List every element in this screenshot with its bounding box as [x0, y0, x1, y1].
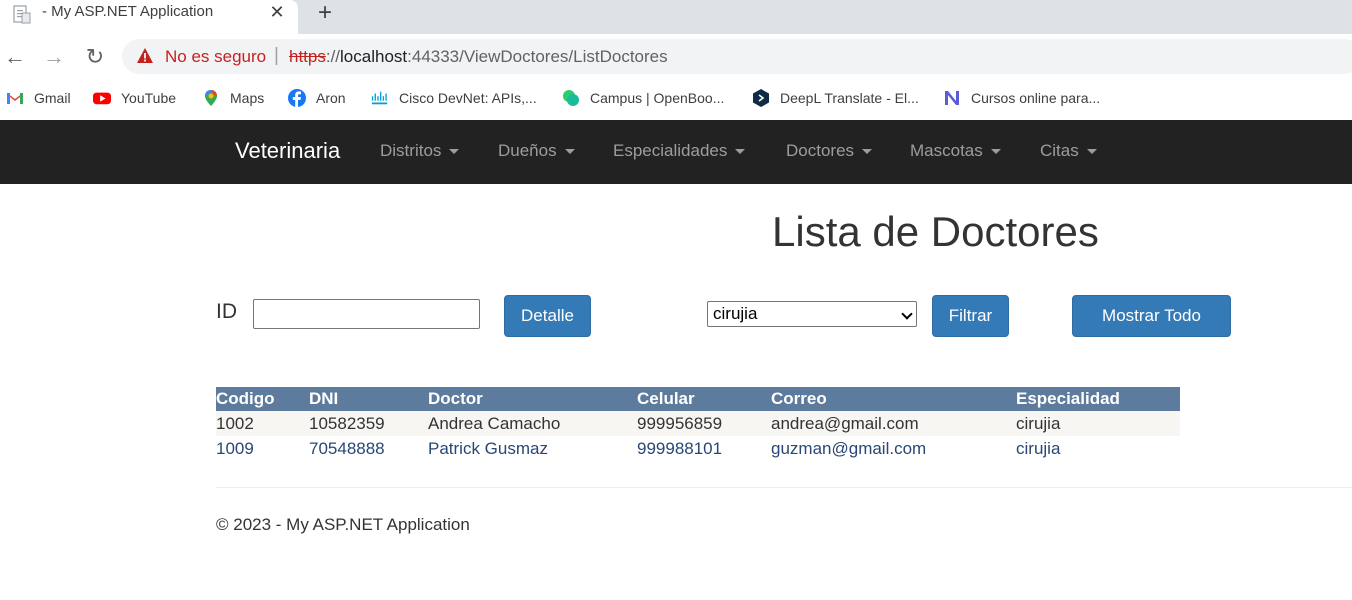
footer-divider	[216, 487, 1352, 488]
bookmark-cisco[interactable]: Cisco DevNet: APIs,...	[371, 88, 537, 108]
cell-correo: andrea@gmail.com	[771, 411, 1016, 436]
facebook-icon	[288, 89, 306, 107]
bookmark-campus[interactable]: Campus | OpenBoo...	[562, 88, 724, 108]
app-navbar: Veterinaria Distritos Dueños Especialida…	[0, 120, 1352, 184]
menu-citas[interactable]: Citas	[1040, 141, 1097, 161]
cell-celular: 999956859	[637, 411, 771, 436]
bookmark-aron[interactable]: Aron	[288, 88, 346, 108]
address-bar[interactable]: No es seguro | https://localhost:44333/V…	[122, 39, 1352, 74]
bookmark-label: Maps	[230, 90, 265, 106]
mostrar-todo-button[interactable]: Mostrar Todo	[1072, 295, 1231, 337]
caret-down-icon	[564, 149, 575, 155]
bookmark-label: Campus | OpenBoo...	[590, 90, 725, 106]
cursos-icon	[945, 91, 959, 105]
cisco-icon	[371, 91, 388, 105]
menu-label: Citas	[1040, 141, 1079, 160]
menu-label: Distritos	[380, 141, 442, 160]
menu-especialidades[interactable]: Especialidades	[613, 141, 746, 161]
cell-especialidad: cirujia	[1016, 436, 1180, 461]
browser-toolbar: ← → ↻ No es seguro | https://localhost:4…	[0, 34, 1352, 80]
especialidad-select[interactable]: cirujia	[707, 301, 917, 327]
browser-tabstrip: - My ASP.NET Application ✕ +	[0, 0, 1352, 34]
detalle-button[interactable]: Detalle	[504, 295, 591, 337]
bookmark-label: Cisco DevNet: APIs,...	[399, 90, 537, 106]
back-icon[interactable]: ←	[2, 44, 28, 70]
youtube-icon	[93, 92, 111, 105]
bookmark-youtube[interactable]: YouTube	[93, 88, 176, 108]
table-row: 1009 70548888 Patrick Gusmaz 999988101 g…	[216, 436, 1180, 461]
url-scheme: https	[289, 47, 326, 66]
caret-down-icon	[862, 149, 873, 155]
cell-codigo: 1009	[216, 436, 309, 461]
gmail-icon	[7, 93, 23, 104]
campus-icon	[563, 90, 579, 106]
header-codigo: Codigo	[216, 387, 309, 411]
url-host: localhost	[340, 47, 408, 66]
tab-close-icon[interactable]: ✕	[266, 1, 288, 23]
menu-mascotas[interactable]: Mascotas	[910, 141, 1001, 161]
menu-label: Doctores	[786, 141, 855, 160]
maps-icon	[205, 90, 217, 106]
cell-dni: 10582359	[309, 411, 428, 436]
header-dni: DNI	[309, 387, 428, 411]
new-tab-icon[interactable]: +	[313, 0, 337, 26]
menu-distritos[interactable]: Distritos	[380, 141, 460, 161]
cell-especialidad: cirujia	[1016, 411, 1180, 436]
reload-icon[interactable]: ↻	[82, 44, 108, 70]
bookmark-label: Aron	[316, 90, 346, 106]
header-correo: Correo	[771, 387, 1016, 411]
not-secure-label[interactable]: No es seguro	[165, 47, 266, 67]
page-favicon-icon	[13, 5, 31, 24]
caret-down-icon	[735, 149, 746, 155]
menu-doctores[interactable]: Doctores	[786, 141, 873, 161]
deepl-icon	[753, 89, 769, 107]
browser-tab[interactable]: - My ASP.NET Application ✕	[0, 0, 298, 34]
bookmark-label: YouTube	[121, 90, 177, 106]
header-especialidad: Especialidad	[1016, 387, 1180, 411]
tab-title: - My ASP.NET Application	[42, 3, 214, 20]
bookmark-label: Gmail	[34, 90, 71, 106]
header-doctor: Doctor	[428, 387, 637, 411]
cell-codigo: 1002	[216, 411, 309, 436]
footer-text: © 2023 - My ASP.NET Application	[216, 515, 470, 534]
menu-duenos[interactable]: Dueños	[498, 141, 575, 161]
cell-correo: guzman@gmail.com	[771, 436, 1016, 461]
cell-doctor: Patrick Gusmaz	[428, 436, 637, 461]
bookmark-gmail[interactable]: Gmail	[6, 88, 71, 108]
menu-label: Especialidades	[613, 141, 728, 160]
warning-icon[interactable]	[136, 47, 154, 65]
doctores-table: Codigo DNI Doctor Celular Correo Especia…	[216, 387, 1180, 461]
caret-down-icon	[449, 149, 460, 155]
caret-down-icon	[990, 149, 1001, 155]
bookmarks-bar: Gmail YouTube Maps Aron Cisco DevNet: AP…	[0, 80, 1352, 118]
table-row: 1002 10582359 Andrea Camacho 999956859 a…	[216, 411, 1180, 436]
url-text[interactable]: https://localhost:44333/ViewDoctores/Lis…	[289, 47, 668, 67]
caret-down-icon	[1086, 149, 1097, 155]
bookmark-deepl[interactable]: DeepL Translate - El...	[752, 88, 919, 108]
header-celular: Celular	[637, 387, 771, 411]
omnibox-separator: |	[274, 45, 279, 66]
menu-label: Dueños	[498, 141, 557, 160]
select-value: cirujia	[713, 304, 758, 323]
table-header-row: Codigo DNI Doctor Celular Correo Especia…	[216, 387, 1180, 411]
id-label: ID	[216, 300, 237, 323]
bookmark-cursos[interactable]: Cursos online para...	[943, 88, 1100, 108]
navbar-brand[interactable]: Veterinaria	[235, 138, 340, 164]
url-path: :44333/ViewDoctores/ListDoctores	[407, 47, 668, 66]
menu-label: Mascotas	[910, 141, 983, 160]
bookmark-label: Cursos online para...	[971, 90, 1101, 106]
cell-doctor: Andrea Camacho	[428, 411, 637, 436]
cell-celular: 999988101	[637, 436, 771, 461]
page-title: Lista de Doctores	[772, 208, 1099, 255]
forward-icon[interactable]: →	[41, 44, 67, 70]
cell-dni: 70548888	[309, 436, 428, 461]
filtrar-button[interactable]: Filtrar	[932, 295, 1009, 337]
bookmark-maps[interactable]: Maps	[202, 88, 264, 108]
id-input[interactable]	[253, 299, 480, 329]
chevron-down-icon	[901, 308, 913, 320]
url-scheme-separator: ://	[325, 47, 341, 66]
bookmark-label: DeepL Translate - El...	[780, 90, 919, 106]
